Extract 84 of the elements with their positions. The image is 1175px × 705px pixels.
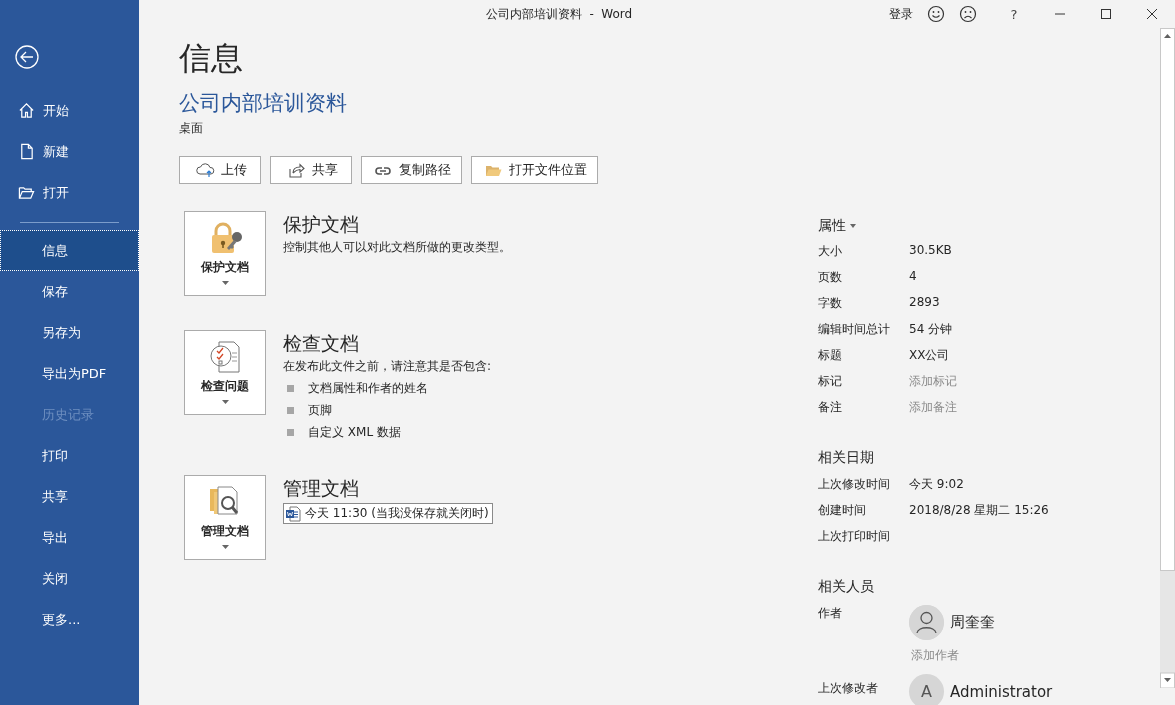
person-name: 周奎奎 bbox=[950, 613, 995, 632]
sidebar-item[interactable]: 另存为 bbox=[0, 312, 139, 353]
documents-search-icon bbox=[210, 486, 239, 515]
action-button[interactable]: 共享 bbox=[270, 156, 352, 184]
bullet-text: 自定义 XML 数据 bbox=[308, 424, 401, 441]
sidebar-item[interactable]: 信息 bbox=[0, 230, 139, 271]
section-title: 管理文档 bbox=[283, 476, 360, 501]
tile-button[interactable]: 检查问题 bbox=[184, 330, 266, 415]
sidebar-item[interactable]: 打印 bbox=[0, 435, 139, 476]
version-link[interactable]: 今天 11:30 (当我没保存就关闭时) bbox=[283, 503, 493, 524]
home-icon bbox=[18, 102, 35, 119]
document-title: 公司内部培训资料 bbox=[179, 91, 347, 115]
caret-icon bbox=[221, 281, 229, 285]
sidebar-item-label: 新建 bbox=[43, 142, 69, 161]
bullet-icon bbox=[287, 385, 294, 392]
sidebar-item[interactable]: 关闭 bbox=[0, 558, 139, 599]
property-value: XX公司 bbox=[909, 347, 950, 364]
bullet-icon bbox=[287, 407, 294, 414]
maximize-icon[interactable] bbox=[1100, 8, 1112, 20]
caret-icon bbox=[850, 224, 856, 228]
sidebar-item[interactable]: 保存 bbox=[0, 271, 139, 312]
property-value: 30.5KB bbox=[909, 243, 952, 259]
property-label: 标记 bbox=[818, 374, 842, 388]
property-label: 上次打印时间 bbox=[818, 529, 890, 543]
sidebar-item[interactable]: 导出为PDF bbox=[0, 353, 139, 394]
tile-button[interactable]: 管理文档 bbox=[184, 475, 266, 560]
property-label: 作者 bbox=[818, 606, 842, 620]
group-title: 相关人员 bbox=[818, 578, 874, 594]
caret-icon bbox=[221, 400, 229, 404]
property-label: 创建时间 bbox=[818, 503, 866, 517]
sidebar-item[interactable]: 更多... bbox=[0, 599, 139, 640]
property-value: 4 bbox=[909, 269, 917, 285]
lock-key-icon bbox=[212, 222, 242, 253]
sidebar-item[interactable]: 导出 bbox=[0, 517, 139, 558]
tile-button[interactable]: 保护文档 bbox=[184, 211, 266, 296]
property-value: 54 分钟 bbox=[909, 321, 953, 338]
document-location: 桌面 bbox=[179, 121, 203, 135]
scrollbar-drawing[interactable] bbox=[1160, 28, 1175, 688]
property-label: 字数 bbox=[818, 296, 842, 310]
window-title: 公司内部培训资料 - Word bbox=[485, 6, 633, 21]
frown-icon[interactable] bbox=[959, 5, 977, 23]
section-description: 在发布此文件之前，请注意其是否包含: bbox=[283, 358, 492, 375]
action-button[interactable]: 复制路径 bbox=[361, 156, 462, 184]
caret-icon bbox=[221, 545, 229, 549]
property-value: 2018/8/28 星期二 15:26 bbox=[909, 502, 1049, 519]
sidebar-item[interactable]: 新建 bbox=[0, 131, 139, 172]
bullet-text: 文档属性和作者的姓名 bbox=[308, 380, 428, 397]
bullet-text: 页脚 bbox=[308, 402, 332, 419]
folder-icon bbox=[18, 184, 35, 201]
person-name: Administrator bbox=[950, 682, 1053, 701]
sidebar-item-label: 开始 bbox=[43, 101, 69, 120]
property-label: 标题 bbox=[818, 348, 842, 362]
bullet-icon bbox=[287, 429, 294, 436]
share-icon bbox=[286, 160, 306, 180]
sign-in-link[interactable]: 登录 bbox=[889, 5, 913, 23]
property-value: 今天 9:02 bbox=[909, 476, 964, 493]
sidebar-item[interactable]: 打开 bbox=[0, 172, 139, 213]
back-icon[interactable] bbox=[15, 45, 39, 69]
group-title: 相关日期 bbox=[818, 449, 874, 465]
word-document-icon bbox=[285, 505, 301, 522]
avatar-initial: A bbox=[909, 674, 944, 705]
property-value: 2893 bbox=[909, 295, 940, 311]
sidebar-item[interactable]: 开始 bbox=[0, 90, 139, 131]
section-title: 保护文档 bbox=[283, 212, 360, 237]
property-label: 备注 bbox=[818, 400, 842, 414]
upload-icon bbox=[195, 160, 215, 180]
close-icon[interactable] bbox=[1146, 8, 1158, 20]
action-button[interactable]: 打开文件位置 bbox=[471, 156, 598, 184]
section-description: 控制其他人可以对此文档所做的更改类型。 bbox=[283, 239, 511, 256]
properties-dropdown[interactable]: 属性 bbox=[818, 217, 1160, 235]
property-label: 上次修改者 bbox=[818, 681, 878, 695]
checklist-icon bbox=[210, 341, 240, 373]
property-label: 编辑时间总计 bbox=[818, 322, 890, 336]
help-button[interactable]: ? bbox=[991, 6, 1037, 22]
property-label: 大小 bbox=[818, 244, 842, 258]
property-label: 页数 bbox=[818, 270, 842, 284]
sidebar-item-label: 打开 bbox=[43, 183, 69, 202]
page-icon bbox=[18, 143, 35, 160]
property-label: 上次修改时间 bbox=[818, 477, 890, 491]
action-button[interactable]: 上传 bbox=[179, 156, 261, 184]
section-title: 检查文档 bbox=[283, 331, 360, 356]
page-heading: 信息 bbox=[179, 38, 244, 79]
sidebar-item[interactable]: 共享 bbox=[0, 476, 139, 517]
smiley-icon[interactable] bbox=[927, 5, 945, 23]
